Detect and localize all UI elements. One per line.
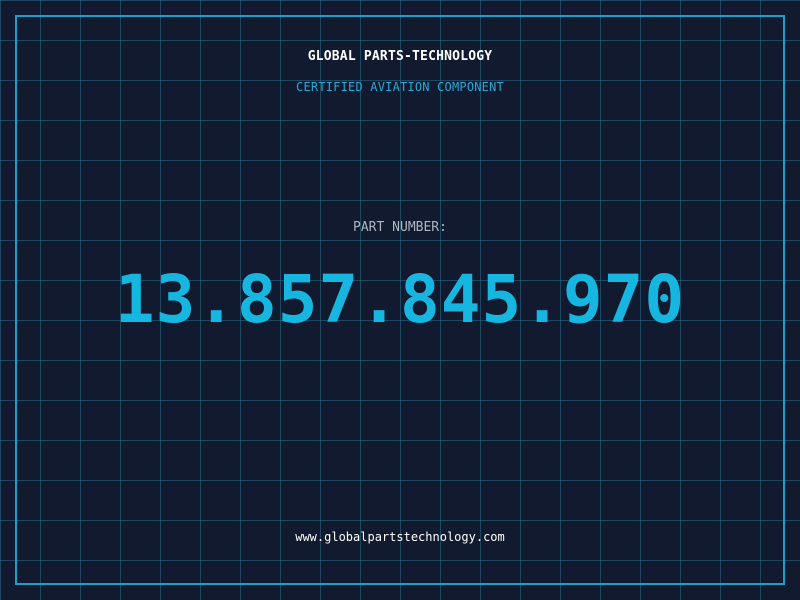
brand-tagline: CERTIFIED AVIATION COMPONENT [296,80,504,94]
website-url: www.globalpartstechnology.com [295,530,505,544]
label-canvas: GLOBAL PARTS-TECHNOLOGY CERTIFIED AVIATI… [0,0,800,600]
part-number-value: 13.857.845.970 [114,261,686,338]
part-number-label: PART NUMBER: [353,220,447,235]
brand-name: GLOBAL PARTS-TECHNOLOGY [307,49,493,64]
